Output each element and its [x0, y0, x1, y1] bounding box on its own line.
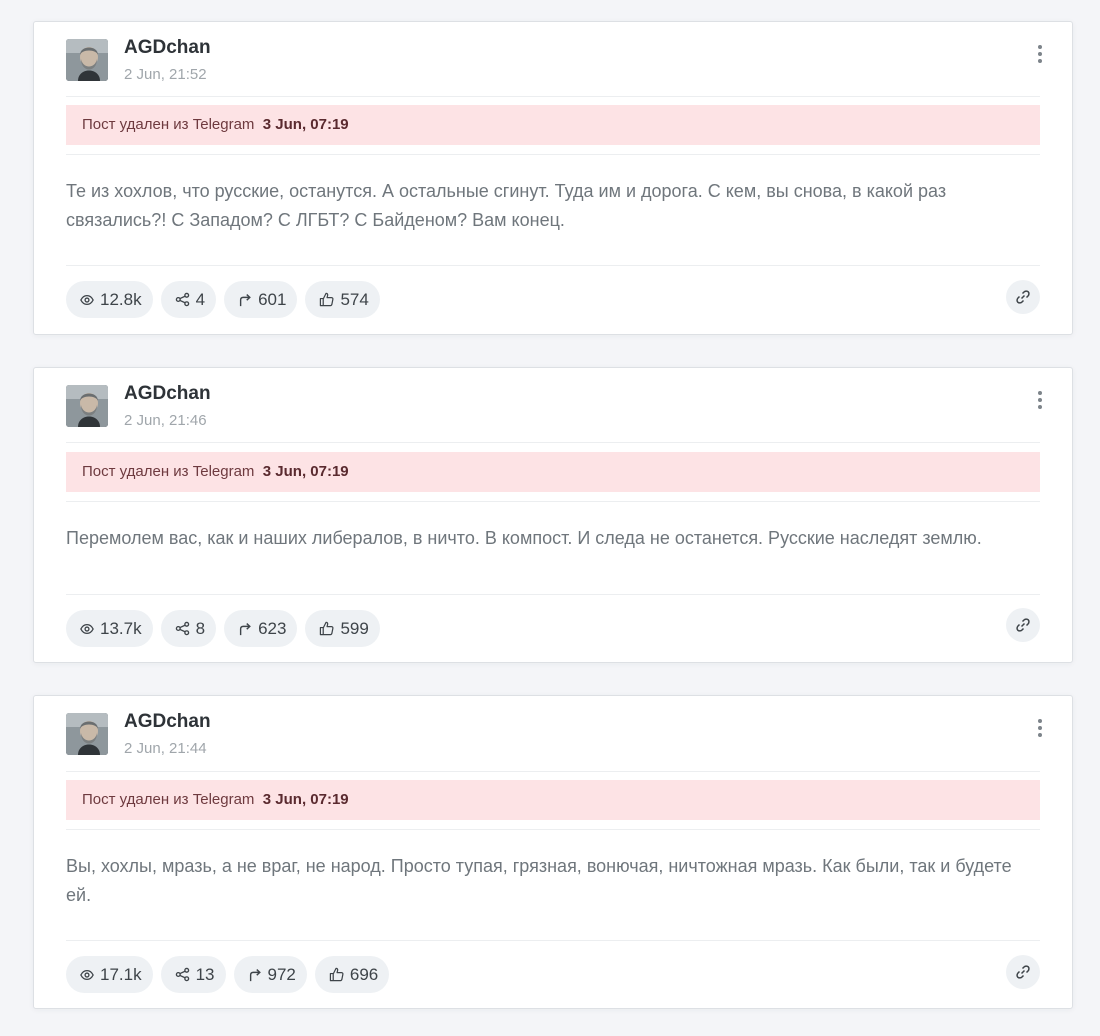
share-icon [175, 967, 189, 982]
post-card: AGDchan 2 Jun, 21:52 Пост удален из Tele… [33, 21, 1073, 335]
post-text: Вы, хохлы, мразь, а не враг, не народ. П… [66, 856, 1012, 905]
thumbs-up-icon [320, 292, 334, 307]
deleted-label: Пост удален из Telegram [82, 463, 255, 480]
more-vertical-icon[interactable] [1032, 716, 1048, 746]
author-name[interactable]: AGDchan [124, 711, 211, 733]
forwards-counter[interactable]: 972 [233, 956, 307, 993]
forwards-counter[interactable]: 601 [224, 281, 298, 318]
post-stats: 12.8k 4 601 574 [66, 281, 380, 318]
eye-icon [80, 294, 94, 305]
deleted-label: Пост удален из Telegram [82, 791, 255, 808]
likes-count: 696 [349, 964, 379, 984]
deleted-notice: Пост удален из Telegram 3 Jun, 07:19 [66, 105, 1040, 145]
link-icon[interactable] [1006, 955, 1040, 989]
eye-icon [80, 969, 94, 980]
views-count: 12.8k [100, 289, 142, 309]
deleted-label: Пост удален из Telegram [82, 116, 255, 133]
forwards-count: 972 [267, 964, 296, 984]
shares-counter[interactable]: 8 [160, 610, 217, 647]
post-stats: 17.1k 13 972 696 [66, 956, 390, 993]
shares-counter[interactable]: 4 [160, 281, 217, 318]
shares-count: 13 [195, 964, 215, 984]
forward-icon [239, 622, 251, 635]
likes-counter[interactable]: 696 [314, 956, 390, 993]
divider [66, 96, 1040, 97]
post-card: AGDchan 2 Jun, 21:44 Пост удален из Tele… [33, 695, 1073, 1009]
divider [66, 265, 1040, 266]
eye-icon [80, 623, 94, 634]
divider [66, 940, 1040, 941]
author-name[interactable]: AGDchan [124, 37, 211, 59]
views-counter[interactable]: 13.7k [66, 610, 153, 647]
thumbs-up-icon [320, 621, 334, 636]
author-name[interactable]: AGDchan [124, 383, 211, 405]
avatar[interactable] [66, 713, 108, 755]
divider [66, 829, 1040, 830]
deleted-date: 3 Jun, 07:19 [258, 791, 349, 808]
likes-counter[interactable]: 599 [305, 610, 380, 647]
deleted-date: 3 Jun, 07:19 [258, 463, 349, 480]
deleted-notice: Пост удален из Telegram 3 Jun, 07:19 [66, 452, 1040, 492]
shares-count: 8 [195, 618, 206, 638]
more-vertical-icon[interactable] [1032, 42, 1048, 72]
post-text: Перемолем вас, как и наших либералов, в … [66, 528, 982, 548]
more-vertical-icon[interactable] [1032, 388, 1048, 418]
views-counter[interactable]: 17.1k [66, 956, 153, 993]
link-icon[interactable] [1006, 280, 1040, 314]
views-counter[interactable]: 12.8k [66, 281, 153, 318]
forwards-count: 623 [258, 618, 287, 638]
divider [66, 771, 1040, 772]
views-count: 17.1k [100, 964, 142, 984]
share-icon [175, 292, 189, 307]
share-icon [175, 621, 189, 636]
likes-counter[interactable]: 574 [305, 281, 380, 318]
post-stats: 13.7k 8 623 599 [66, 610, 380, 647]
forward-icon [249, 968, 261, 981]
post-date[interactable]: 2 Jun, 21:46 [124, 412, 207, 429]
post-text: Те из хохлов, что русские, останутся. А … [66, 181, 947, 230]
post-date[interactable]: 2 Jun, 21:44 [124, 740, 207, 757]
views-count: 13.7k [100, 618, 142, 638]
avatar[interactable] [66, 385, 108, 427]
likes-count: 599 [340, 618, 369, 638]
divider [66, 154, 1040, 155]
divider [66, 501, 1040, 502]
post-card: AGDchan 2 Jun, 21:46 Пост удален из Tele… [33, 367, 1073, 663]
divider [66, 442, 1040, 443]
likes-count: 574 [340, 289, 369, 309]
forwards-count: 601 [258, 289, 287, 309]
shares-counter[interactable]: 13 [160, 956, 226, 993]
deleted-date: 3 Jun, 07:19 [258, 116, 349, 133]
post-date[interactable]: 2 Jun, 21:52 [124, 66, 207, 83]
forwards-counter[interactable]: 623 [224, 610, 298, 647]
forward-icon [239, 293, 251, 306]
deleted-notice: Пост удален из Telegram 3 Jun, 07:19 [66, 780, 1040, 820]
shares-count: 4 [195, 289, 206, 309]
link-icon[interactable] [1006, 608, 1040, 642]
thumbs-up-icon [329, 967, 344, 982]
divider [66, 594, 1040, 595]
avatar[interactable] [66, 39, 108, 81]
